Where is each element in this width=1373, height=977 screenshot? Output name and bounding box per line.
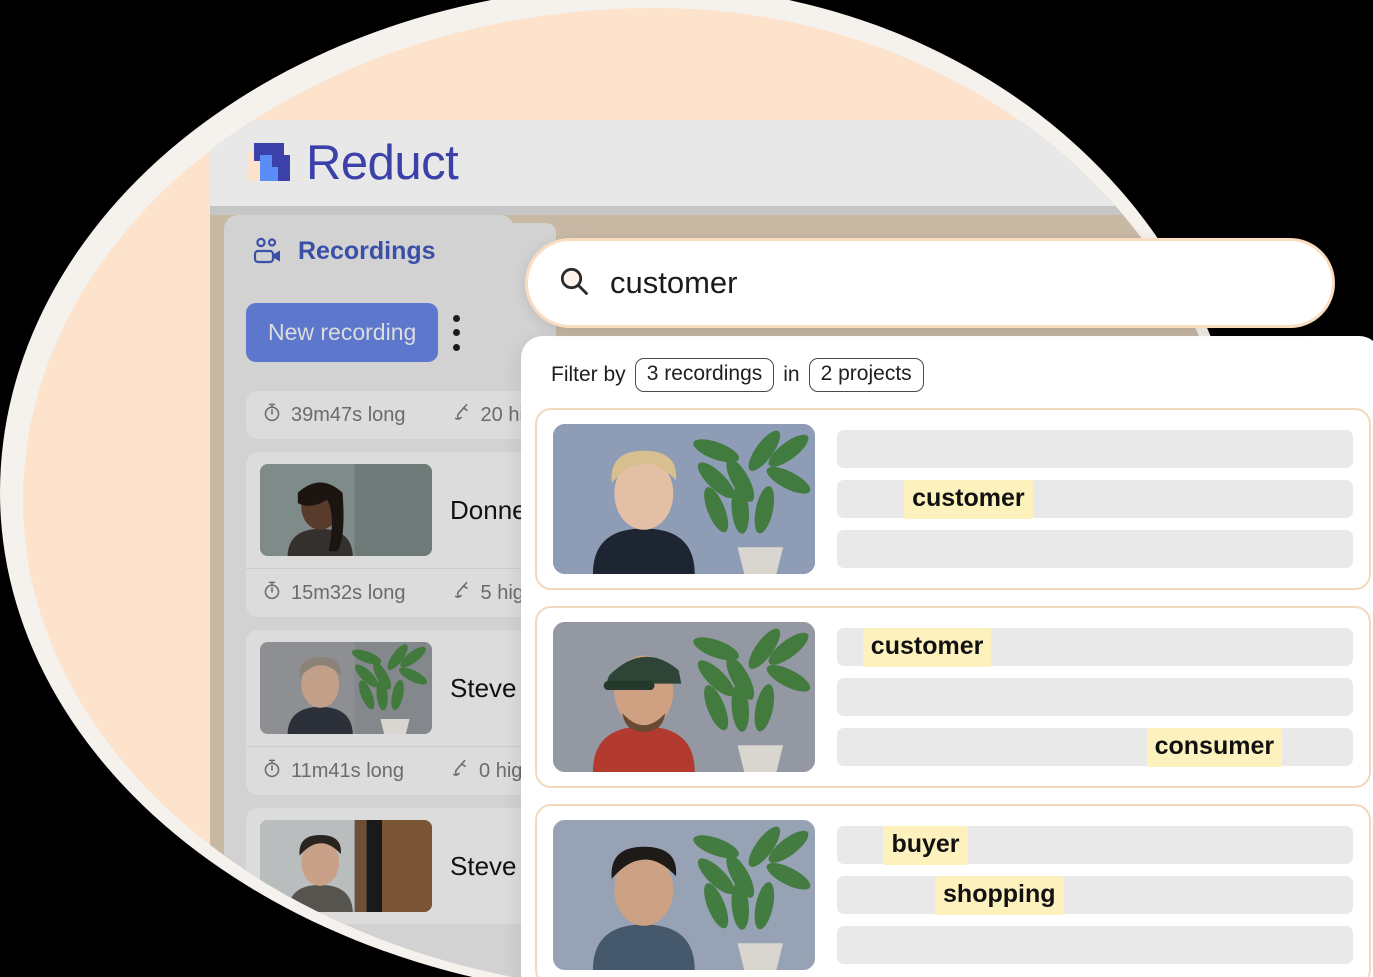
recording-item-main: Steve Interview	[246, 808, 542, 924]
result-thumbnail	[553, 820, 815, 970]
search-bar[interactable]: customer	[525, 238, 1335, 328]
filter-prefix-label: Filter by	[551, 363, 626, 386]
recording-thumbnail	[260, 642, 432, 734]
recording-duration: 15m32s long	[262, 580, 406, 606]
keyword-highlight[interactable]: consumer	[1146, 727, 1283, 767]
result-cards-container: customer customer consumer buyer shopping	[521, 408, 1373, 977]
transcript-line	[837, 678, 1353, 716]
result-thumbnail	[553, 622, 815, 772]
search-result-card[interactable]: buyer shopping	[535, 804, 1371, 977]
keyword-highlight[interactable]: customer	[862, 627, 992, 667]
transcript-lines: customer	[837, 430, 1353, 568]
highlighter-pen-icon	[452, 580, 472, 606]
filter-join-label: in	[783, 363, 800, 386]
keyword-highlight[interactable]: shopping	[935, 875, 1064, 915]
search-input-value[interactable]: customer	[610, 265, 737, 301]
stopwatch-icon	[262, 758, 282, 784]
new-recording-button[interactable]: New recording	[246, 303, 439, 362]
recording-duration: 11m41s long	[262, 758, 404, 784]
transcript-line: shopping	[837, 875, 1353, 915]
sidebar-tab-recordings[interactable]: Recordings	[224, 215, 514, 287]
recording-thumbnail	[260, 820, 432, 912]
recordings-filter-chip[interactable]: 3 recordings	[634, 358, 775, 392]
kebab-menu-icon[interactable]	[452, 314, 460, 351]
recording-list-item[interactable]: Steve Interview11m41s long0 highlights	[246, 630, 542, 795]
transcript-lines: buyer shopping	[837, 825, 1353, 964]
recording-meta: 39m47s long20 highlights	[246, 391, 542, 439]
recordings-sidebar: Recordings New recording 39m47s long20 h…	[224, 215, 556, 977]
recording-meta: 15m32s long5 highlights	[246, 568, 542, 617]
keyword-highlight[interactable]: customer	[904, 479, 1033, 519]
recording-thumbnail	[260, 464, 432, 556]
search-results-panel: Filter by 3 recordings in 2 projects cus…	[521, 336, 1373, 977]
sidebar-tab-label: Recordings	[298, 236, 436, 265]
header-divider	[210, 206, 1238, 215]
recording-list-item[interactable]: Steve Interview	[246, 808, 542, 924]
transcript-line: customer	[837, 479, 1353, 519]
search-icon	[558, 265, 590, 302]
transcript-line: consumer	[837, 727, 1353, 767]
recording-item-main: Donnecia	[246, 452, 542, 568]
app-logo[interactable]: Reduct	[248, 135, 459, 190]
transcript-line	[837, 926, 1353, 964]
recording-list-item[interactable]: 39m47s long20 highlights	[246, 391, 542, 439]
app-header: Reduct	[210, 120, 1238, 206]
brand-name: Reduct	[306, 135, 459, 190]
recording-meta: 11m41s long0 highlights	[246, 746, 542, 795]
recordings-list[interactable]: 39m47s long20 highlightsDonnecia15m32s l…	[246, 391, 542, 977]
search-result-card[interactable]: customer	[535, 408, 1371, 590]
reduct-logo-icon	[248, 139, 296, 187]
highlighter-pen-icon	[452, 402, 472, 428]
screenshot-stage: Reduct rd	[0, 0, 1373, 977]
recording-duration-text: 39m47s long	[291, 403, 406, 426]
result-thumbnail	[553, 424, 815, 574]
sidebar-toolbar: New recording	[246, 303, 460, 362]
search-result-card[interactable]: customer consumer	[535, 606, 1371, 788]
recording-duration-text: 15m32s long	[291, 581, 406, 604]
filter-row: Filter by 3 recordings in 2 projects	[521, 358, 1373, 392]
recording-duration: 39m47s long	[262, 402, 406, 428]
transcript-line	[837, 430, 1353, 468]
projects-filter-chip[interactable]: 2 projects	[808, 358, 924, 392]
transcript-lines: customer consumer	[837, 627, 1353, 767]
stopwatch-icon	[262, 580, 282, 606]
keyword-highlight[interactable]: buyer	[883, 825, 968, 865]
transcript-line	[837, 530, 1353, 568]
recording-item-main: Steve Interview	[246, 630, 542, 746]
video-camera-people-icon	[252, 237, 286, 265]
highlighter-pen-icon	[450, 758, 470, 784]
stopwatch-icon	[262, 402, 282, 428]
transcript-line: customer	[837, 627, 1353, 667]
recording-duration-text: 11m41s long	[291, 759, 405, 782]
recording-list-item[interactable]: Donnecia15m32s long5 highlights	[246, 452, 542, 617]
transcript-line: buyer	[837, 825, 1353, 865]
